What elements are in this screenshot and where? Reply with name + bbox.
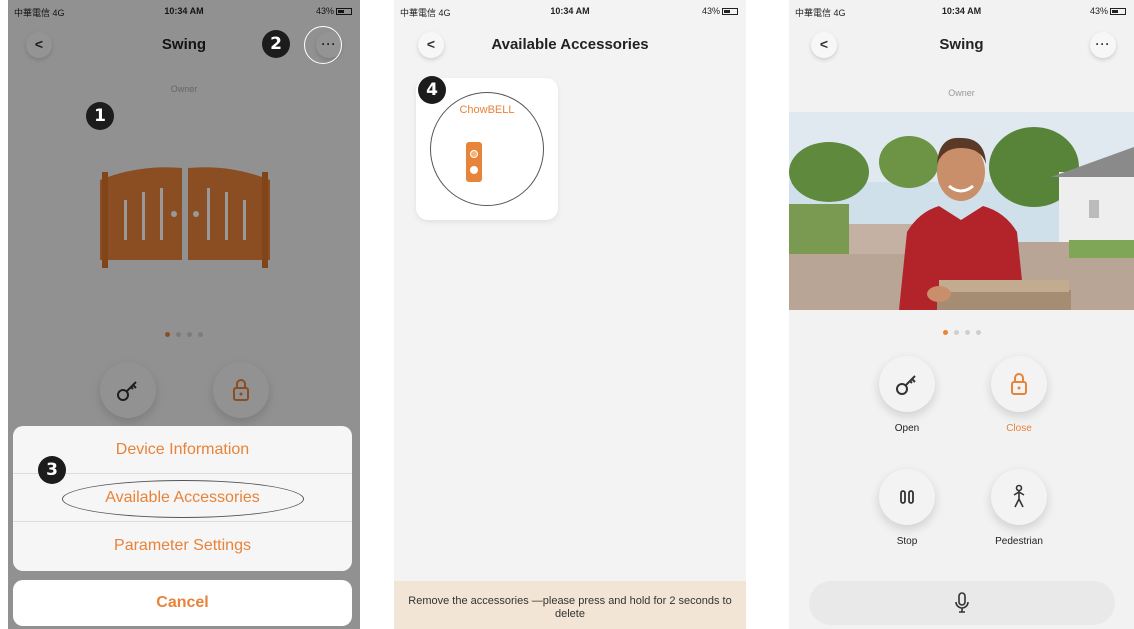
- talk-button[interactable]: [809, 581, 1115, 625]
- delete-hint: Remove the accessories —please press and…: [394, 581, 746, 629]
- battery: 43%: [702, 6, 738, 16]
- battery-icon: [1110, 8, 1126, 16]
- available-accessories-screen: 中華電信 4G 10:34 AM 43% < Available Accesso…: [394, 0, 746, 629]
- page-title: Swing: [939, 36, 984, 53]
- battery-percent: 43%: [1089, 6, 1108, 16]
- doorbell-icon: [466, 142, 482, 182]
- nav-bar: < Swing ···: [789, 28, 1134, 62]
- stop-label: Stop: [896, 536, 918, 547]
- step-marker-3: 3: [38, 456, 66, 484]
- nav-bar: < Available Accessories: [394, 28, 746, 62]
- doorbell-camera: [470, 150, 478, 158]
- battery-icon: [722, 8, 738, 16]
- status-bar: 中華電信 4G 10:34 AM 43%: [394, 0, 746, 22]
- battery-percent: 43%: [701, 6, 720, 16]
- step-marker-4: 4: [418, 76, 446, 104]
- stop-button[interactable]: [879, 469, 935, 525]
- clock: 10:34 AM: [550, 6, 590, 16]
- camera-feed-image: [789, 112, 1134, 310]
- page-dot: [942, 330, 948, 335]
- page-title: Available Accessories: [491, 36, 649, 53]
- cancel-button[interactable]: Cancel: [13, 580, 352, 626]
- highlight-ellipse: [62, 480, 304, 518]
- menu-item-parameter-settings[interactable]: Parameter Settings: [13, 522, 352, 570]
- open-label: Open: [894, 423, 920, 434]
- open-button[interactable]: [879, 356, 935, 412]
- highlight-ring: [304, 26, 342, 64]
- pedestrian-icon: [1013, 484, 1025, 508]
- page-dot: [964, 330, 970, 335]
- page-dot: [953, 330, 959, 335]
- swing-screen-with-menu: 中華電信 4G 10:34 AM 43% < Swing ··· Owner D…: [8, 0, 360, 629]
- key-icon: [896, 375, 916, 395]
- pedestrian-label: Pedestrian: [995, 536, 1043, 547]
- page-dot: [975, 330, 981, 335]
- close-label: Close: [1006, 423, 1032, 434]
- close-button[interactable]: [991, 356, 1047, 412]
- owner-label: Owner: [948, 88, 975, 98]
- lock-icon: [1011, 373, 1027, 395]
- doorbell-button: [470, 166, 478, 174]
- page-indicator: [789, 322, 1134, 340]
- battery: 43%: [1090, 6, 1126, 16]
- clock: 10:34 AM: [941, 6, 982, 16]
- accessory-name: ChowBELL: [459, 104, 515, 116]
- pause-icon: [900, 490, 914, 504]
- status-bar: 中華電信 4G 10:34 AM 43%: [789, 0, 1134, 22]
- swing-camera-screen: 中華電信 4G 10:34 AM 43% < Swing ··· Owner O…: [789, 0, 1134, 629]
- more-button[interactable]: ···: [1090, 32, 1116, 58]
- mic-icon: [955, 592, 969, 613]
- step-marker-2: 2: [262, 30, 290, 58]
- pedestrian-button[interactable]: [991, 469, 1047, 525]
- step-marker-1: 1: [86, 102, 114, 130]
